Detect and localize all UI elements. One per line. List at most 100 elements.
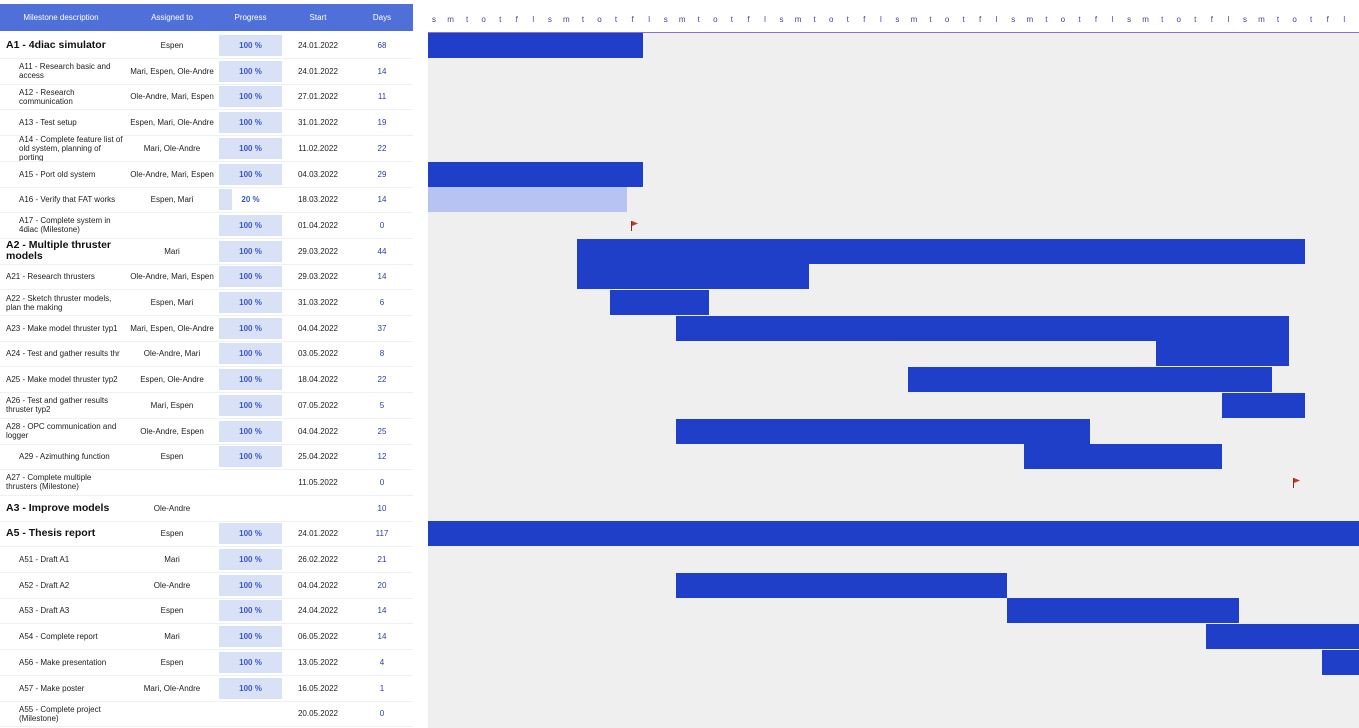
assigned-to[interactable]: Espen, Mari [122, 290, 222, 315]
table-row[interactable]: A2 - Multiple thruster models Mari 100 % 29… [0, 239, 413, 265]
table-row[interactable]: A17 - Complete system in 4diac (Mileston… [0, 213, 413, 239]
start-date[interactable]: 11.02.2022 [284, 136, 352, 161]
assigned-to[interactable] [122, 470, 222, 495]
start-date[interactable]: 04.04.2022 [284, 419, 352, 444]
gantt-bar[interactable] [576, 238, 1306, 264]
start-date[interactable]: 11.05.2022 [284, 470, 352, 495]
milestone-description[interactable]: A5 - Thesis report [6, 521, 124, 546]
header-progress[interactable]: Progress [219, 4, 282, 31]
assigned-to[interactable]: Espen [122, 650, 222, 675]
milestone-description[interactable]: A13 - Test setup [19, 110, 124, 135]
progress-cell[interactable]: 100 % [219, 266, 282, 288]
milestone-description[interactable]: A51 - Draft A1 [19, 547, 124, 572]
start-date[interactable]: 24.01.2022 [284, 59, 352, 84]
days-count[interactable]: 12 [352, 444, 412, 469]
milestone-description[interactable]: A15 - Port old system [19, 162, 124, 187]
progress-cell[interactable]: 100 % [219, 574, 282, 596]
progress-cell[interactable]: 100 % [219, 677, 282, 699]
table-row[interactable]: A26 - Test and gather results thruster t… [0, 393, 413, 419]
milestone-description[interactable]: A56 - Make presentation [19, 650, 124, 675]
assigned-to[interactable]: Espen [122, 444, 222, 469]
start-date[interactable]: 24.01.2022 [284, 33, 352, 58]
assigned-to[interactable]: Ole-Andre, Espen [122, 419, 222, 444]
progress-cell[interactable]: 100 % [219, 112, 282, 134]
table-row[interactable]: A54 - Complete report Mari 100 % 06.05.2022… [0, 624, 413, 651]
gantt-bar[interactable] [428, 161, 644, 187]
days-count[interactable]: 14 [352, 598, 412, 623]
assigned-to[interactable]: Ole-Andre [122, 496, 222, 521]
gantt-bar[interactable] [1007, 598, 1239, 624]
days-count[interactable]: 8 [352, 341, 412, 366]
table-row[interactable]: A12 - Research communication Ole-Andre, M… [0, 84, 413, 111]
milestone-description[interactable]: A25 - Make model thruster typ2 [6, 367, 124, 392]
gantt-bar[interactable] [676, 572, 1008, 598]
assigned-to[interactable]: Ole-Andre, Mari, Espen [122, 264, 222, 289]
assigned-to[interactable]: Mari, Espen, Ole-Andre [122, 316, 222, 341]
assigned-to[interactable]: Mari, Ole-Andre [122, 676, 222, 701]
table-row[interactable]: A13 - Test setup Espen, Mari, Ole-Andre 10… [0, 110, 413, 137]
start-date[interactable]: 24.01.2022 [284, 521, 352, 546]
gantt-bar[interactable] [676, 315, 1289, 341]
milestone-description[interactable]: A14 - Complete feature list of old syste… [19, 136, 124, 161]
table-row[interactable]: A51 - Draft A1 Mari 100 % 26.02.2022 21 [0, 547, 413, 573]
assigned-to[interactable]: Espen, Mari, Ole-Andre [122, 110, 222, 135]
days-count[interactable]: 44 [352, 239, 412, 264]
milestone-description[interactable]: A27 - Complete multiple thrusters (Miles… [6, 470, 124, 495]
assigned-to[interactable]: Espen, Ole-Andre [122, 367, 222, 392]
milestone-description[interactable]: A17 - Complete system in 4diac (Mileston… [19, 213, 124, 238]
start-date[interactable]: 26.02.2022 [284, 547, 352, 572]
progress-cell[interactable]: 100 % [219, 137, 282, 159]
start-date[interactable]: 04.04.2022 [284, 573, 352, 598]
progress-cell[interactable]: 100 % [219, 549, 282, 570]
milestone-description[interactable]: A11 - Research basic and access [19, 59, 124, 84]
start-date[interactable]: 04.04.2022 [284, 316, 352, 341]
start-date[interactable]: 29.03.2022 [284, 264, 352, 289]
header-days[interactable]: Days [352, 4, 412, 31]
milestone-description[interactable]: A16 - Verify that FAT works [19, 187, 124, 212]
table-row[interactable]: A25 - Make model thruster typ2 Espen, Ole… [0, 367, 413, 394]
progress-cell[interactable]: 100 % [219, 86, 282, 108]
progress-cell[interactable]: 100 % [219, 240, 282, 262]
milestone-description[interactable]: A53 - Draft A3 [19, 598, 124, 623]
progress-cell[interactable]: 100 % [219, 369, 282, 391]
assigned-to[interactable]: Espen, Mari [122, 187, 222, 212]
days-count[interactable]: 117 [352, 521, 412, 546]
milestone-flag-icon[interactable] [1292, 477, 1302, 488]
gantt-bar[interactable] [428, 33, 644, 58]
table-row[interactable]: A28 - OPC communication and logger Ole-An… [0, 419, 413, 445]
days-count[interactable]: 29 [352, 162, 412, 187]
assigned-to[interactable] [122, 701, 222, 726]
days-count[interactable]: 19 [352, 110, 412, 135]
assigned-to[interactable]: Mari, Ole-Andre [122, 136, 222, 161]
gantt-bar[interactable] [1023, 444, 1223, 470]
table-row[interactable]: A1 - 4diac simulator Espen 100 % 24.01.2022… [0, 33, 413, 59]
days-count[interactable]: 14 [352, 59, 412, 84]
milestone-description[interactable]: A2 - Multiple thruster models [6, 239, 124, 264]
milestone-description[interactable]: A21 - Research thrusters [6, 264, 124, 289]
assigned-to[interactable]: Mari [122, 624, 222, 649]
assigned-to[interactable]: Mari, Espen [122, 393, 222, 418]
days-count[interactable]: 5 [352, 393, 412, 418]
progress-cell[interactable]: 100 % [219, 600, 282, 622]
progress-cell[interactable]: 100 % [219, 343, 282, 365]
days-count[interactable]: 25 [352, 419, 412, 444]
progress-cell[interactable]: 100 % [219, 317, 282, 339]
days-count[interactable]: 14 [352, 187, 412, 212]
gantt-bar[interactable] [1321, 649, 1359, 675]
milestone-description[interactable]: A1 - 4diac simulator [6, 33, 124, 58]
days-count[interactable]: 37 [352, 316, 412, 341]
start-date[interactable]: 06.05.2022 [284, 624, 352, 649]
progress-cell[interactable]: 100 % [219, 626, 282, 648]
table-row[interactable]: A5 - Thesis report Espen 100 % 24.01.2022 11… [0, 521, 413, 548]
assigned-to[interactable]: Mari, Espen, Ole-Andre [122, 59, 222, 84]
start-date[interactable]: 07.05.2022 [284, 393, 352, 418]
progress-cell[interactable]: 100 % [219, 35, 282, 56]
days-count[interactable]: 21 [352, 547, 412, 572]
days-count[interactable]: 68 [352, 33, 412, 58]
milestone-description[interactable]: A3 - Improve models [6, 496, 124, 521]
assigned-to[interactable]: Mari [122, 239, 222, 264]
start-date[interactable]: 04.03.2022 [284, 162, 352, 187]
progress-cell[interactable]: 100 % [219, 214, 282, 236]
table-row[interactable]: A15 - Port old system Ole-Andre, Mari, Es… [0, 162, 413, 188]
milestone-description[interactable]: A23 - Make model thruster typ1 [6, 316, 124, 341]
